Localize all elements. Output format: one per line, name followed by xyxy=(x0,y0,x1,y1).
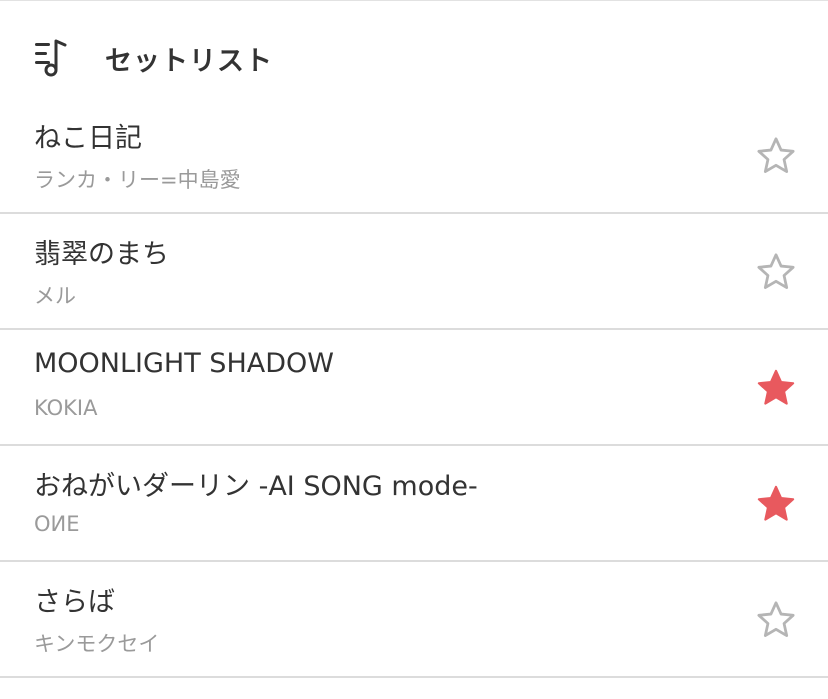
song-list: ねこ日記 ランカ・リー=中島愛 翡翠のまち メル MOONLIGHT SHADO… xyxy=(0,98,828,678)
star-icon[interactable] xyxy=(755,251,797,293)
song-title: MOONLIGHT SHADOW xyxy=(34,348,334,379)
star-icon[interactable] xyxy=(755,599,797,641)
song-artist: メル xyxy=(34,284,76,308)
song-title: おねがいダーリン -AI SONG mode- xyxy=(34,471,478,502)
setlist-header: セットリスト xyxy=(0,1,828,98)
star-icon[interactable] xyxy=(755,135,797,177)
playlist-icon xyxy=(35,39,67,77)
star-icon[interactable] xyxy=(755,483,797,525)
page-title: セットリスト xyxy=(105,46,273,77)
song-row[interactable]: 翡翠のまち メル xyxy=(0,214,828,330)
song-artist: キンモクセイ xyxy=(34,632,160,656)
song-title: ねこ日記 xyxy=(34,123,142,154)
song-artist: ランカ・リー=中島愛 xyxy=(34,168,241,192)
song-title: さらば xyxy=(34,587,115,618)
song-row[interactable]: ねこ日記 ランカ・リー=中島愛 xyxy=(0,98,828,214)
song-artist: OИE xyxy=(34,512,80,536)
song-row[interactable]: MOONLIGHT SHADOW KOKIA xyxy=(0,330,828,446)
song-artist: KOKIA xyxy=(34,396,98,420)
song-title: 翡翠のまち xyxy=(34,239,169,270)
star-icon[interactable] xyxy=(755,367,797,409)
song-row[interactable]: さらば キンモクセイ xyxy=(0,562,828,678)
song-row[interactable]: おねがいダーリン -AI SONG mode- OИE xyxy=(0,446,828,562)
